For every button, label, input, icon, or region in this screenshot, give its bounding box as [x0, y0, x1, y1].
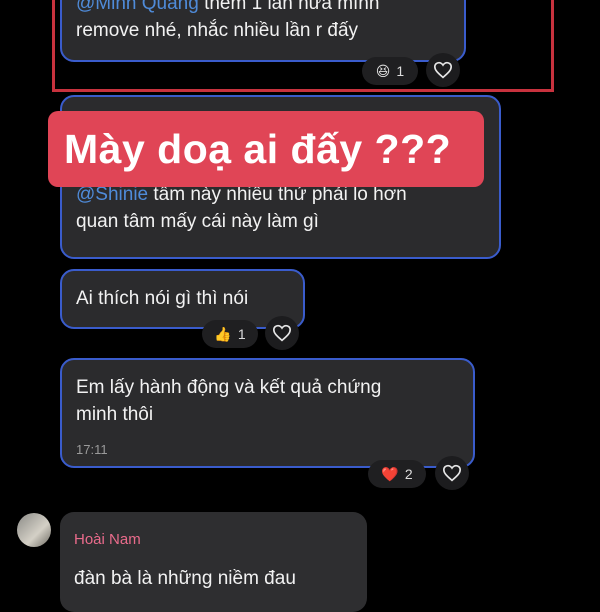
message-text: quan tâm mấy cái này làm gì: [76, 211, 319, 232]
laugh-emoji-icon: 😆: [375, 62, 391, 79]
sender-name[interactable]: Hoài Nam: [74, 526, 353, 553]
overlay-caption: Mày doạ ai đấy ???: [48, 111, 484, 187]
reaction-count: 1: [396, 63, 405, 79]
mention-link[interactable]: @Shinie: [76, 184, 148, 205]
reaction-count: 1: [237, 326, 246, 342]
message-bubble-5[interactable]: Hoài Nam đàn bà là những niềm đau: [60, 512, 367, 612]
message-bubble-3[interactable]: Ai thích nói gì thì nói: [60, 269, 305, 329]
message-timestamp: 17:11: [76, 442, 108, 457]
heart-outline-icon: [433, 61, 453, 79]
avatar[interactable]: [17, 513, 51, 547]
like-button[interactable]: [265, 316, 299, 350]
like-button[interactable]: [426, 53, 460, 87]
thumbs-up-emoji-icon: 👍: [214, 325, 232, 342]
message-text: thêm 1 lần nữa mình: [198, 0, 380, 14]
reaction-badge[interactable]: ❤️ 2: [368, 460, 426, 488]
message-text: đàn bà là những niềm đau: [74, 568, 296, 589]
reaction-badge[interactable]: 😆 1: [362, 57, 418, 85]
heart-outline-icon: [272, 324, 292, 342]
message-text: Em lấy hành động và kết quả chứng: [76, 377, 382, 398]
reaction-badge[interactable]: 👍 1: [202, 320, 258, 348]
message-text: remove nhé, nhắc nhiều lần r đấy: [76, 20, 359, 41]
like-button[interactable]: [435, 456, 469, 490]
mention-link[interactable]: @Minh Quang: [76, 0, 199, 14]
message-text: tầm này nhiều thứ phải lo hơn: [148, 184, 407, 205]
heart-emoji-icon: ❤️: [381, 465, 399, 482]
caption-text: Mày doạ ai đấy ???: [64, 125, 452, 172]
heart-outline-icon: [442, 464, 462, 482]
message-text: Ai thích nói gì thì nói: [76, 288, 249, 309]
message-bubble-4[interactable]: Em lấy hành động và kết quả chứng minh t…: [60, 358, 475, 468]
reaction-count: 2: [404, 466, 413, 482]
message-bubble-1[interactable]: @Minh Quang thêm 1 lần nữa mình remove n…: [60, 0, 466, 62]
message-text: minh thôi: [76, 404, 154, 425]
